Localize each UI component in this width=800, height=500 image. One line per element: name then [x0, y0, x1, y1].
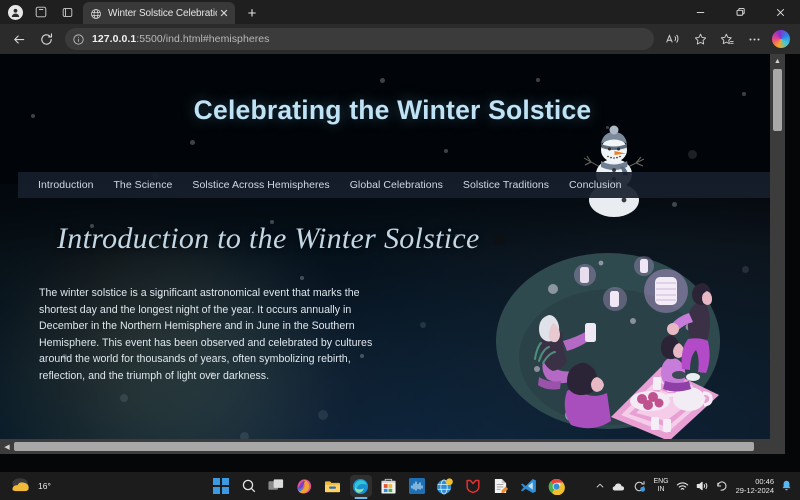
- horizontal-scrollbar[interactable]: ◀ ▶: [0, 439, 785, 454]
- restore-icon[interactable]: [720, 0, 760, 24]
- settings-more-icon[interactable]: [741, 26, 767, 52]
- refresh-button[interactable]: [33, 26, 59, 52]
- tab-actions-icon[interactable]: [54, 0, 80, 24]
- battery-icon[interactable]: [716, 480, 729, 492]
- favorite-star-icon[interactable]: [687, 26, 713, 52]
- clock-date: 29-12-2024: [736, 486, 774, 496]
- tab-strip: Winter Solstice Celebrations Arou ✕ +: [0, 0, 800, 24]
- nav-item-solstice-traditions[interactable]: Solstice Traditions: [453, 179, 559, 191]
- nav-item-solstice-across-hemispheres[interactable]: Solstice Across Hemispheres: [182, 179, 339, 191]
- page-title: Celebrating the Winter Solstice: [194, 95, 592, 126]
- clock[interactable]: 00:46 29-12-2024: [736, 477, 774, 496]
- close-icon[interactable]: ✕: [217, 6, 231, 20]
- section-paragraph: The winter solstice is a significant ast…: [39, 285, 399, 385]
- language-line2: IN: [653, 486, 668, 495]
- partly-cloudy-icon: [9, 476, 33, 496]
- language-line1: ENG: [653, 478, 668, 487]
- globe-icon: [90, 7, 102, 19]
- clock-time: 00:46: [736, 477, 774, 487]
- edge-button[interactable]: [350, 475, 372, 497]
- weather-widget[interactable]: 16°: [0, 476, 182, 496]
- tray-overflow-icon[interactable]: [595, 481, 605, 491]
- text-editor-button[interactable]: [490, 475, 512, 497]
- browser-window: Winter Solstice Celebrations Arou ✕ +: [0, 0, 800, 472]
- horizontal-scrollbar-thumb[interactable]: [14, 442, 754, 451]
- text-caret-block: [494, 234, 505, 245]
- wifi-icon[interactable]: [676, 481, 689, 492]
- tab-title: Winter Solstice Celebrations Arou: [108, 8, 217, 19]
- section-heading-text: Introduction to the Winter Solstice: [57, 222, 480, 256]
- copilot-icon[interactable]: [768, 26, 794, 52]
- nav-item-the-science[interactable]: The Science: [103, 179, 182, 191]
- audio-editor-button[interactable]: [406, 475, 428, 497]
- section-heading: Introduction to the Winter Solstice: [57, 222, 785, 256]
- system-tray: ENG IN 00:46 29-12-2024: [595, 477, 800, 496]
- scrollbar-corner: [770, 439, 785, 454]
- taskbar-apps: [182, 475, 595, 497]
- microsoft-store-button[interactable]: [378, 475, 400, 497]
- nav-item-global-celebrations[interactable]: Global Celebrations: [340, 179, 453, 191]
- browser-toolbar: 127.0.0.1:5500/ind.html#hemispheres: [0, 24, 800, 54]
- start-button[interactable]: [210, 475, 232, 497]
- vertical-scrollbar-thumb[interactable]: [773, 69, 782, 131]
- task-view-button[interactable]: [266, 475, 288, 497]
- windows-taskbar: 16°: [0, 472, 800, 500]
- weather-temperature: 16°: [38, 481, 51, 491]
- copilot-button[interactable]: [294, 475, 316, 497]
- page-content: Introduction to the Winter Solstice The …: [0, 198, 785, 385]
- language-indicator[interactable]: ENG IN: [653, 478, 668, 495]
- workspaces-icon[interactable]: [28, 0, 54, 24]
- bell-icon[interactable]: [781, 480, 792, 492]
- cloud-icon[interactable]: [612, 481, 626, 492]
- windows-update-icon[interactable]: [633, 480, 646, 493]
- browser-tab[interactable]: Winter Solstice Celebrations Arou ✕: [83, 2, 235, 24]
- close-button[interactable]: [760, 0, 800, 24]
- address-bar-text: 127.0.0.1:5500/ind.html#hemispheres: [92, 33, 648, 45]
- window-controls: [680, 0, 800, 24]
- nav-item-conclusion[interactable]: Conclusion: [559, 179, 631, 191]
- collections-icon[interactable]: [714, 26, 740, 52]
- internet-app-button[interactable]: [434, 475, 456, 497]
- scroll-left-icon[interactable]: ◀: [0, 439, 14, 454]
- antivirus-button[interactable]: [462, 475, 484, 497]
- info-circle-icon[interactable]: [72, 33, 85, 46]
- profile-avatar-icon[interactable]: [2, 0, 28, 24]
- toolbar-actions: [660, 26, 794, 52]
- address-bar[interactable]: 127.0.0.1:5500/ind.html#hemispheres: [65, 28, 654, 50]
- chrome-button[interactable]: [546, 475, 568, 497]
- minimize-button[interactable]: [680, 0, 720, 24]
- read-aloud-icon[interactable]: [660, 26, 686, 52]
- page-viewport: Celebrating the Winter Solstice Introduc…: [0, 54, 800, 472]
- file-explorer-button[interactable]: [322, 475, 344, 497]
- new-tab-button[interactable]: +: [241, 2, 263, 24]
- site-navigation: Introduction The Science Solstice Across…: [18, 172, 772, 198]
- search-button[interactable]: [238, 475, 260, 497]
- vertical-scrollbar[interactable]: ▲ ▼: [770, 54, 785, 454]
- web-page: Celebrating the Winter Solstice Introduc…: [0, 54, 785, 454]
- page-header: Celebrating the Winter Solstice: [0, 54, 785, 166]
- scroll-up-icon[interactable]: ▲: [770, 54, 785, 68]
- url-path: :5500/ind.html#hemispheres: [136, 33, 269, 45]
- back-button[interactable]: [6, 26, 32, 52]
- url-host: 127.0.0.1: [92, 33, 136, 45]
- speaker-icon[interactable]: [696, 480, 709, 492]
- vscode-button[interactable]: [518, 475, 540, 497]
- nav-item-introduction[interactable]: Introduction: [38, 179, 103, 191]
